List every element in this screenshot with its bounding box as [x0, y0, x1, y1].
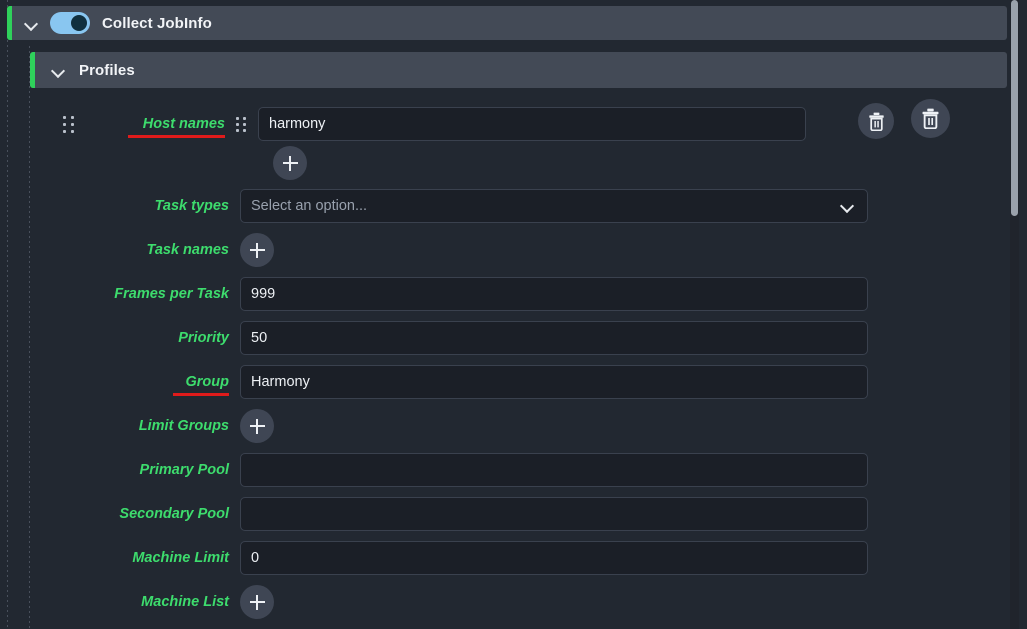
field-label-host-names: Host names: [74, 116, 236, 138]
collect-jobinfo-toggle[interactable]: [50, 12, 90, 34]
form-row-primary-pool: Primary Pool: [55, 453, 925, 487]
field-label-frames-per-task: Frames per Task: [114, 286, 229, 302]
add-machine-list-button[interactable]: [240, 585, 274, 619]
trash-icon: [868, 112, 884, 131]
drag-handle-profile[interactable]: [63, 115, 74, 133]
field-label-machine-limit: Machine Limit: [132, 550, 229, 566]
form-row-machine-list: Machine List: [55, 585, 925, 619]
section-header-profiles[interactable]: Profiles: [30, 52, 1007, 88]
plus-icon: [282, 155, 298, 171]
field-label-task-names: Task names: [146, 242, 229, 258]
form-row-secondary-pool: Secondary Pool: [55, 497, 925, 531]
group-input[interactable]: Harmony: [240, 365, 868, 399]
section-header-collect-jobinfo[interactable]: Collect JobInfo: [7, 6, 1007, 40]
machine-limit-input[interactable]: 0: [240, 541, 868, 575]
form-row-frames-per-task: Frames per Task 999: [55, 277, 925, 311]
delete-host-name-button[interactable]: [858, 103, 894, 139]
form-row-limit-groups: Limit Groups: [55, 409, 925, 443]
plus-icon: [249, 242, 265, 258]
section-title-profiles: Profiles: [79, 61, 135, 79]
task-types-select[interactable]: Select an option...: [240, 189, 868, 223]
drag-handle-host-name-item[interactable]: [236, 116, 246, 132]
add-task-name-button[interactable]: [240, 233, 274, 267]
toggle-knob: [71, 15, 87, 31]
chevron-down-icon[interactable]: [24, 15, 40, 31]
plus-icon: [249, 418, 265, 434]
field-label-secondary-pool: Secondary Pool: [119, 506, 229, 522]
form-row-host-names-add: [55, 146, 925, 180]
form-row-host-names: Host names harmony: [55, 107, 955, 141]
field-label-priority: Priority: [178, 330, 229, 346]
primary-pool-input[interactable]: [240, 453, 868, 487]
chevron-down-icon[interactable]: [51, 62, 67, 78]
field-label-limit-groups: Limit Groups: [138, 418, 229, 434]
form-row-group: Group Harmony: [55, 365, 925, 399]
trash-icon: [922, 108, 939, 129]
settings-panel: Collect JobInfo Profiles Host names harm…: [0, 0, 1027, 629]
form-row-machine-limit: Machine Limit 0: [55, 541, 925, 575]
chevron-down-icon: [842, 201, 853, 212]
form-row-priority: Priority 50: [55, 321, 925, 355]
field-label-group: Group: [55, 374, 240, 396]
add-host-name-button[interactable]: [273, 146, 307, 180]
form-row-task-names: Task names: [55, 233, 925, 267]
priority-input[interactable]: 50: [240, 321, 868, 355]
secondary-pool-input[interactable]: [240, 497, 868, 531]
vertical-scrollbar-track[interactable]: [1010, 0, 1019, 629]
vertical-scrollbar-thumb[interactable]: [1011, 0, 1018, 216]
add-limit-group-button[interactable]: [240, 409, 274, 443]
frames-per-task-input[interactable]: 999: [240, 277, 868, 311]
delete-profile-button[interactable]: [911, 99, 950, 138]
field-label-task-types: Task types: [154, 198, 229, 214]
tree-guide-rail-inner: [29, 46, 30, 629]
section-title-collect-jobinfo: Collect JobInfo: [102, 14, 212, 32]
form-row-task-types: Task types Select an option...: [55, 189, 925, 223]
field-label-machine-list: Machine List: [141, 594, 229, 610]
plus-icon: [249, 594, 265, 610]
field-label-primary-pool: Primary Pool: [139, 462, 229, 478]
tree-guide-rail-outer: [7, 0, 8, 629]
host-names-input[interactable]: harmony: [258, 107, 806, 141]
